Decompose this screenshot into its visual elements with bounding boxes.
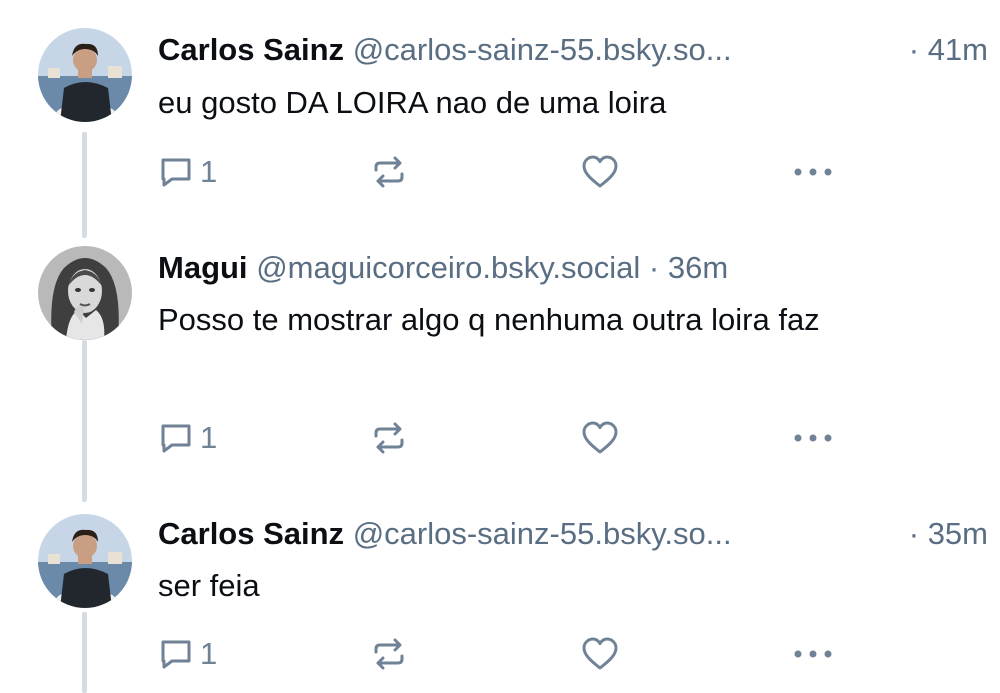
post-timestamp[interactable]: · 41m (909, 30, 988, 70)
post[interactable]: Carlos Sainz @carlos-sainz-55.bsky.so...… (0, 510, 1000, 693)
author-name[interactable]: Carlos Sainz (158, 516, 344, 551)
time-ago: 41m (927, 32, 988, 67)
repost-button[interactable] (370, 632, 408, 676)
repost-button[interactable] (370, 416, 408, 460)
post-actions: 1 (0, 416, 1000, 460)
profile-photo (38, 246, 132, 340)
avatar[interactable] (38, 246, 132, 340)
like-button[interactable] (581, 416, 619, 460)
heart-icon (582, 421, 618, 454)
author-name[interactable]: Carlos Sainz (158, 32, 344, 67)
reply-icon (161, 158, 191, 187)
repost-icon (374, 638, 404, 670)
author-handle[interactable]: @carlos-sainz-55.bsky.so... (353, 32, 732, 67)
time-ago[interactable]: 36m (668, 250, 728, 285)
post-header: Carlos Sainz @carlos-sainz-55.bsky.so... (158, 30, 890, 70)
author-handle[interactable]: @carlos-sainz-55.bsky.so... (353, 516, 732, 551)
post[interactable]: Magui @maguicorceiro.bsky.social · 36m P… (0, 240, 1000, 510)
author-name[interactable]: Magui (158, 250, 248, 285)
post-text: Posso te mostrar algo q nenhuma outra lo… (158, 302, 820, 337)
post[interactable]: Carlos Sainz @carlos-sainz-55.bsky.so...… (0, 0, 1000, 240)
author-handle[interactable]: @maguicorceiro.bsky.social (256, 250, 640, 285)
profile-photo (38, 28, 132, 122)
post-timestamp[interactable]: · 35m (909, 514, 988, 554)
post-header: Magui @maguicorceiro.bsky.social · 36m (158, 248, 988, 288)
like-button[interactable] (581, 632, 619, 676)
post-actions: 1 (0, 632, 1000, 676)
profile-photo (38, 514, 132, 608)
separator-dot: · (908, 32, 920, 67)
reply-button[interactable]: 1 (158, 416, 217, 460)
more-options-button[interactable] (792, 150, 834, 194)
avatar[interactable] (38, 514, 132, 608)
post-text: ser feia (158, 568, 260, 603)
more-options-icon (794, 650, 832, 658)
heart-icon (582, 155, 618, 188)
more-options-icon (794, 168, 832, 176)
post-header: Carlos Sainz @carlos-sainz-55.bsky.so... (158, 514, 890, 554)
reply-thread: Carlos Sainz @carlos-sainz-55.bsky.so...… (0, 0, 1000, 693)
time-ago: 35m (927, 516, 988, 551)
more-options-button[interactable] (792, 632, 834, 676)
avatar[interactable] (38, 28, 132, 122)
reply-count: 1 (200, 420, 218, 455)
repost-button[interactable] (370, 150, 408, 194)
reply-icon (161, 424, 191, 453)
reply-button[interactable]: 1 (158, 150, 217, 194)
repost-icon (374, 422, 404, 454)
like-button[interactable] (581, 150, 619, 194)
more-options-icon (794, 434, 832, 442)
separator-dot: · (648, 250, 660, 285)
repost-icon (374, 156, 404, 188)
more-options-button[interactable] (792, 416, 834, 460)
post-actions: 1 (0, 150, 1000, 194)
post-text: eu gosto DA LOIRA nao de uma loira (158, 85, 667, 120)
reply-count: 1 (200, 154, 218, 189)
heart-icon (582, 637, 618, 670)
reply-button[interactable]: 1 (158, 632, 217, 676)
separator-dot: · (908, 516, 920, 551)
reply-count: 1 (200, 636, 218, 671)
reply-icon (161, 640, 191, 669)
